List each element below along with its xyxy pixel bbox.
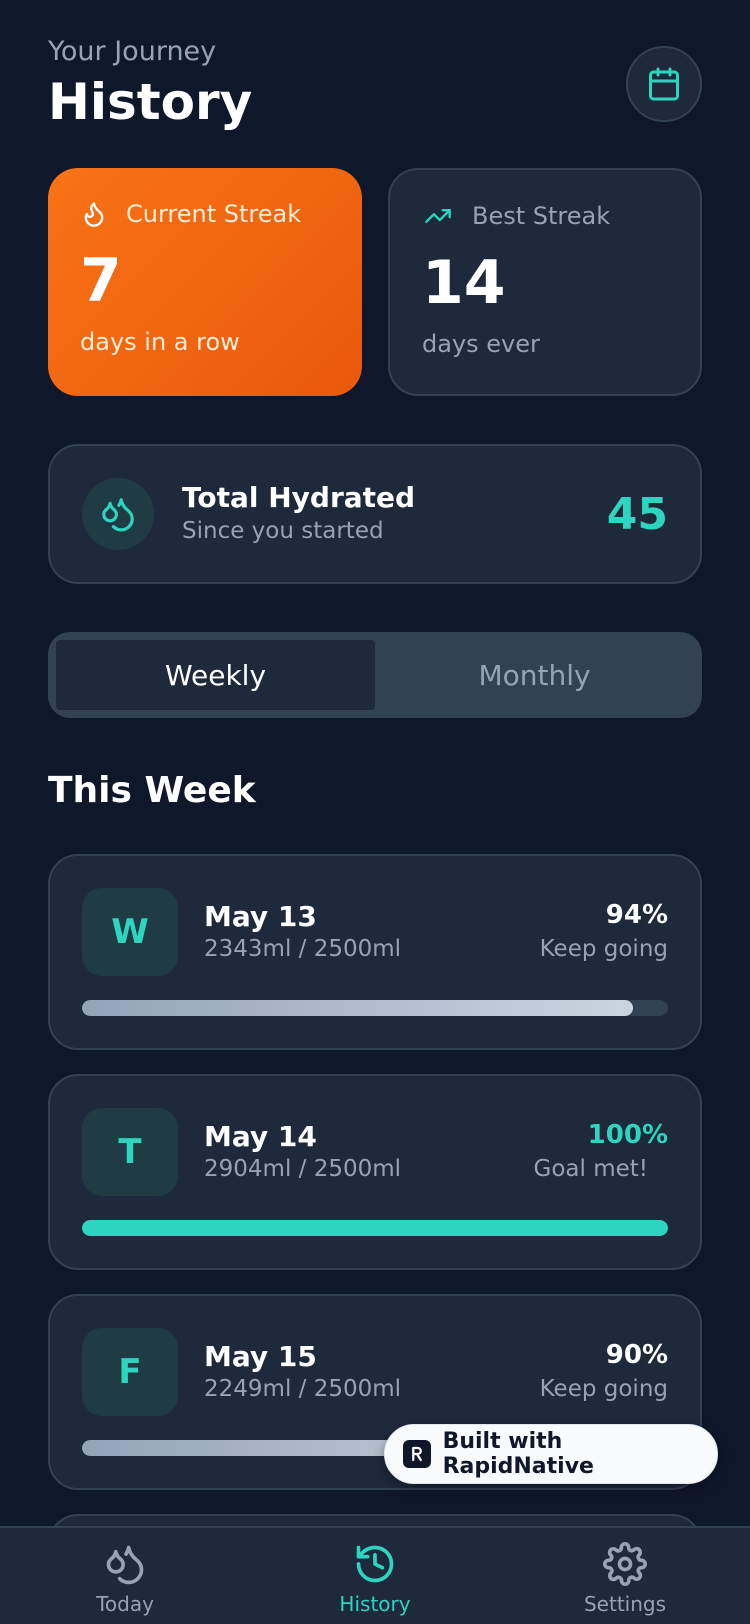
period-segmented-control: Weekly Monthly — [48, 632, 702, 718]
total-hydrated-value: 45 — [606, 488, 668, 540]
day-card[interactable]: T May 14 2904ml / 2500ml 100% Goal met! — [48, 1074, 702, 1270]
flame-icon — [84, 202, 104, 227]
tab-monthly[interactable]: Monthly — [375, 640, 694, 710]
day-date: May 14 — [204, 1120, 317, 1153]
total-hydrated-icon-wrap — [82, 478, 154, 550]
day-status: Keep going — [539, 1376, 668, 1402]
calendar-button[interactable] — [626, 46, 702, 122]
streak-cards: Current Streak 7 days in a row Best Stre… — [48, 168, 702, 396]
total-hydrated-title: Total Hydrated — [182, 481, 416, 514]
calendar-icon — [649, 67, 679, 101]
trending-up-icon — [425, 209, 451, 223]
water-drops-icon — [102, 498, 134, 532]
section-title: This Week — [48, 770, 256, 811]
current-streak-label: Current Streak — [126, 200, 302, 228]
page-header: Your Journey History — [48, 34, 702, 134]
current-streak-unit: days in a row — [80, 328, 240, 356]
rapidnative-logo-icon — [403, 1440, 431, 1468]
tab-history[interactable]: History — [250, 1528, 500, 1624]
history-icon — [356, 1545, 394, 1583]
day-date: May 13 — [204, 900, 317, 933]
day-letter-badge: F — [82, 1328, 178, 1416]
day-letter-badge: W — [82, 888, 178, 976]
gear-icon — [603, 1542, 647, 1586]
total-hydrated-card: Total Hydrated Since you started 45 — [48, 444, 702, 584]
best-streak-card: Best Streak 14 days ever — [388, 168, 702, 396]
tab-label: History — [339, 1592, 411, 1616]
built-with-badge[interactable]: Built with RapidNative — [384, 1424, 718, 1484]
best-streak-unit: days ever — [422, 330, 540, 358]
page-title: History — [48, 73, 253, 131]
current-streak-card: Current Streak 7 days in a row — [48, 168, 362, 396]
water-drops-icon — [106, 1545, 144, 1585]
day-amount: 2904ml / 2500ml — [204, 1156, 402, 1182]
day-status: Keep going — [539, 936, 668, 962]
day-percent: 94% — [605, 900, 668, 930]
total-hydrated-subtitle: Since you started — [182, 518, 384, 544]
best-streak-value: 14 — [422, 248, 506, 318]
current-streak-value: 7 — [80, 246, 122, 316]
progress-bar — [82, 1000, 668, 1016]
tab-label: Settings — [583, 1592, 667, 1616]
tab-weekly[interactable]: Weekly — [56, 640, 375, 710]
page-subtitle: Your Journey — [48, 36, 217, 67]
day-percent: 90% — [605, 1340, 668, 1370]
day-percent: 100% — [587, 1120, 668, 1150]
history-screen: Your Journey History Current Streak 7 da… — [0, 0, 750, 1624]
day-date: May 15 — [204, 1340, 317, 1373]
tab-settings[interactable]: Settings — [500, 1528, 750, 1624]
tab-label: Today — [96, 1592, 154, 1616]
tab-today[interactable]: Today — [0, 1528, 250, 1624]
day-status: Goal met! — [533, 1156, 648, 1182]
day-amount: 2249ml / 2500ml — [204, 1376, 402, 1402]
day-card[interactable]: W May 13 2343ml / 2500ml 94% Keep going — [48, 854, 702, 1050]
progress-fill — [82, 1000, 633, 1016]
day-amount: 2343ml / 2500ml — [204, 936, 402, 962]
built-with-text: Built with RapidNative — [442, 1429, 594, 1479]
progress-fill — [82, 1220, 668, 1236]
progress-bar — [82, 1220, 668, 1236]
best-streak-label: Best Streak — [472, 202, 611, 230]
bottom-tab-bar: Today History Settings — [0, 1526, 750, 1624]
day-letter-badge: T — [82, 1108, 178, 1196]
